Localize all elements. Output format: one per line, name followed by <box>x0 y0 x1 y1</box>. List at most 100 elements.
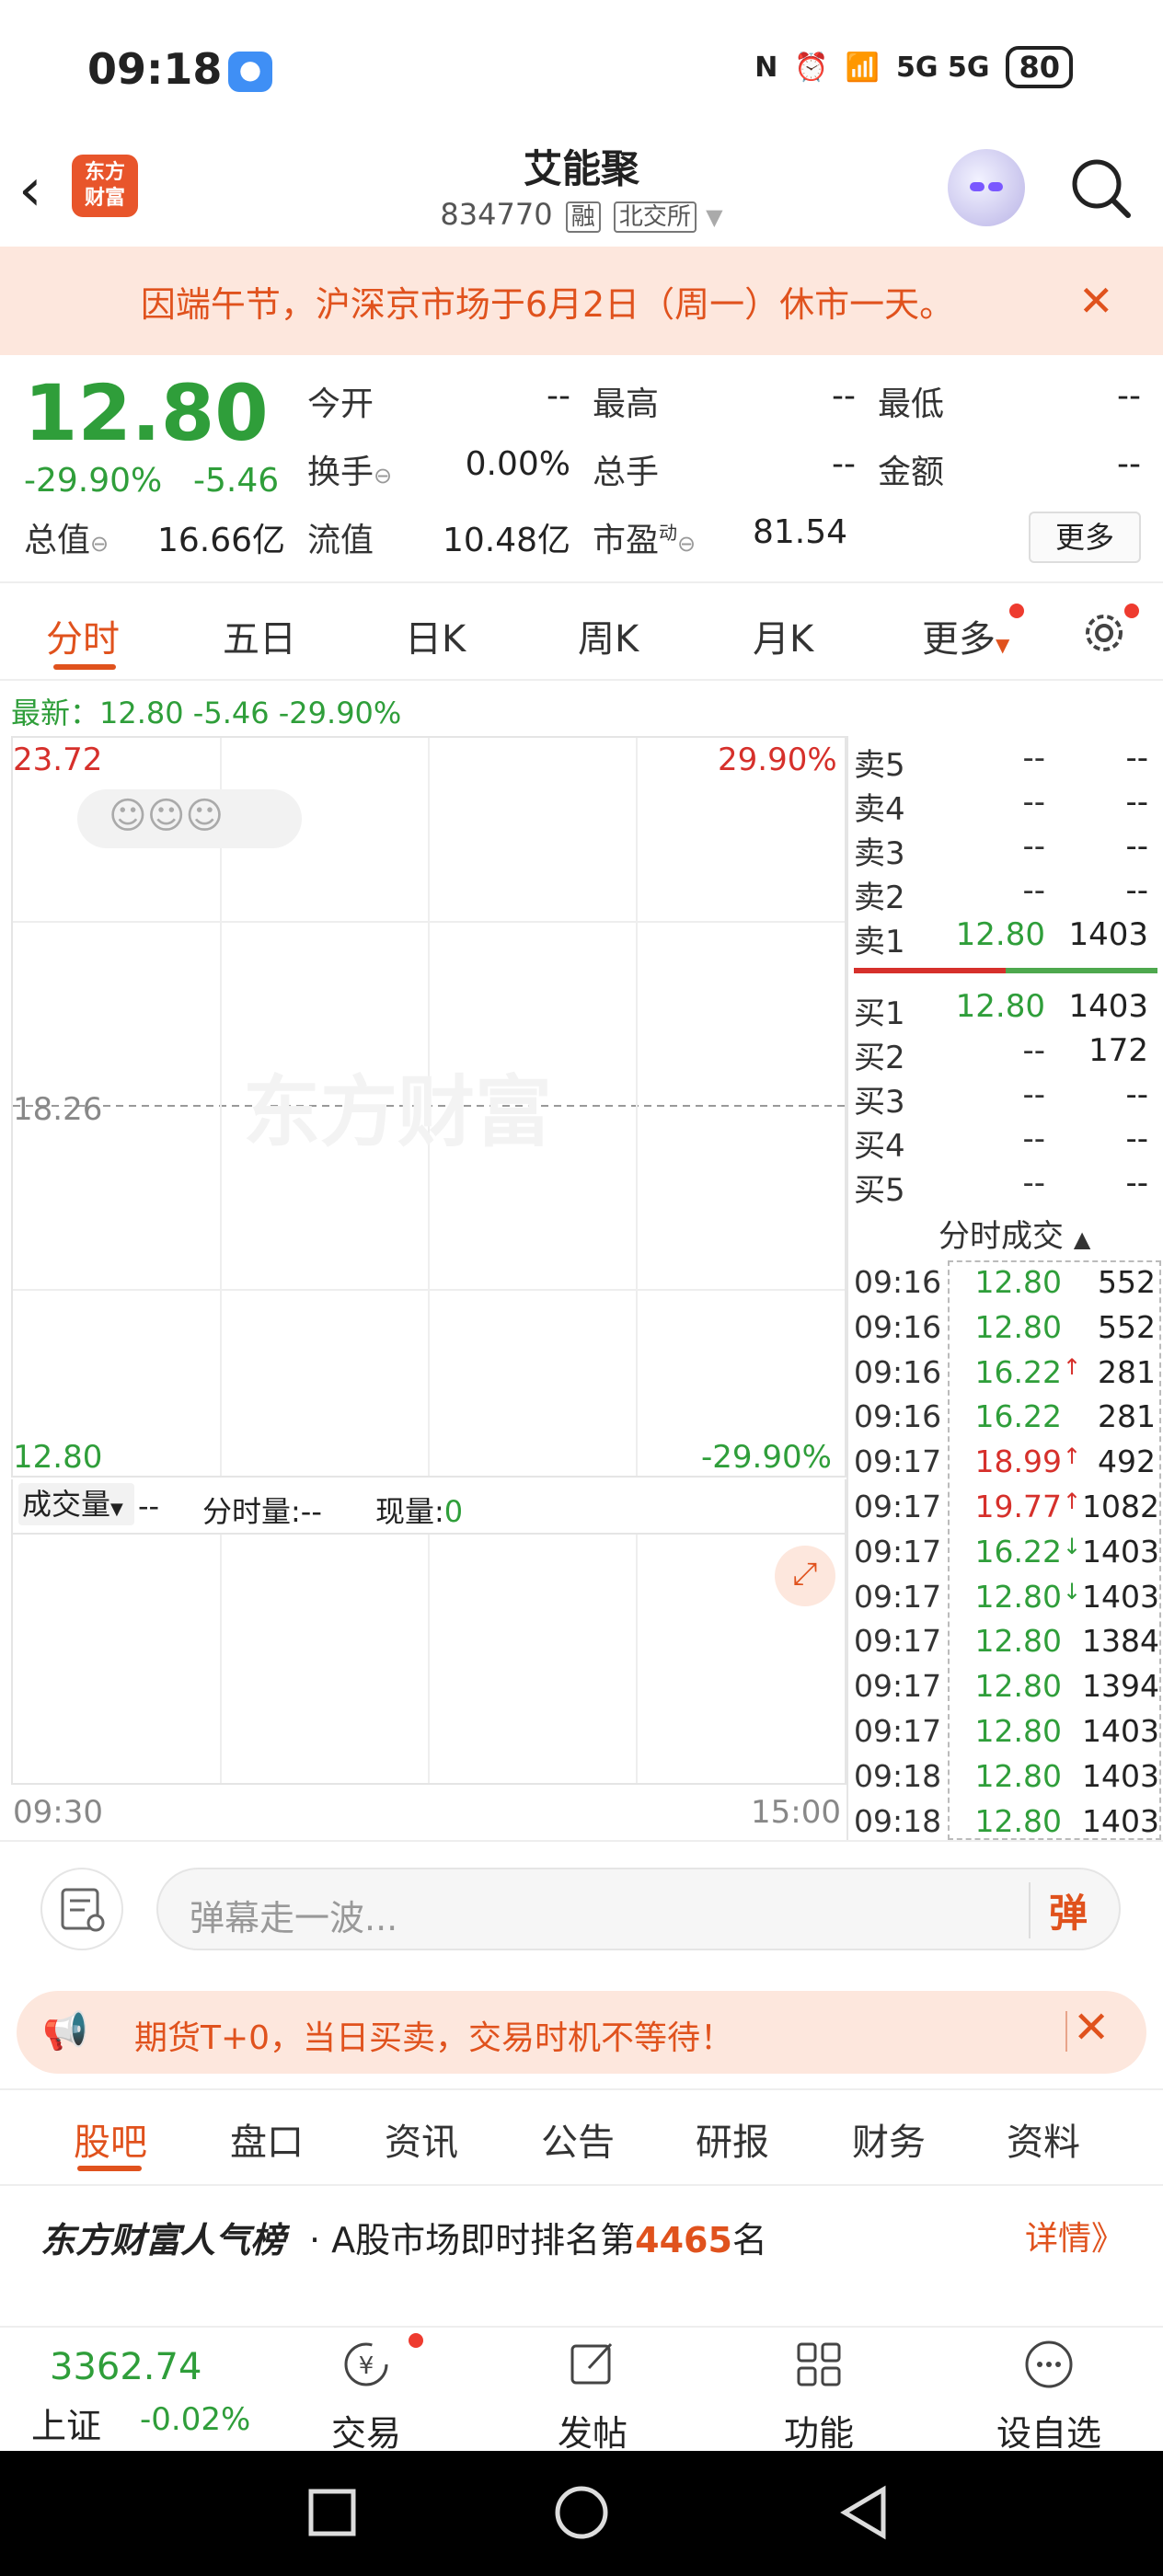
minute-volume: 分时量:-- <box>202 1494 322 1529</box>
trade-volume: 492 <box>1098 1443 1156 1480</box>
high-label: 最高 <box>593 385 660 423</box>
bid-row[interactable]: 买4 -- -- <box>854 1121 1157 1165</box>
nav-functions[interactable]: 功能 <box>754 2337 883 2455</box>
search-icon[interactable] <box>1067 155 1134 221</box>
trade-price: 16.22 <box>974 1353 1062 1390</box>
tab-financials[interactable]: 财务 <box>852 2112 926 2166</box>
trade-row: 09:17 18.99 ↑ 492 <box>854 1443 1157 1489</box>
trades-header[interactable]: 分时成交 ▲ <box>938 1211 1090 1256</box>
wifi-icon: 📶 <box>845 51 881 84</box>
trade-volume: 281 <box>1098 1353 1156 1390</box>
index-value[interactable]: 3362.74 <box>50 2346 202 2388</box>
edit-icon <box>570 2342 613 2385</box>
trade-volume: 1403 <box>1082 1578 1159 1615</box>
order-volume: 1403 <box>1068 916 1148 953</box>
stock-code: 834770 <box>440 197 553 232</box>
tab-profile[interactable]: 资料 <box>1007 2112 1080 2166</box>
divider <box>0 2184 1163 2186</box>
comment-list-icon[interactable] <box>40 1868 123 1950</box>
bid-row[interactable]: 买5 -- -- <box>854 1165 1157 1209</box>
latest-quote-line: 最新：12.80 -5.46 -29.90% <box>11 696 402 730</box>
bid-row[interactable]: 买2 -- 172 <box>854 1032 1157 1076</box>
trade-price: 16.22 <box>974 1533 1062 1570</box>
float-cap-value: 10.48亿 <box>442 522 570 559</box>
market-cap-label[interactable]: 总值⊖ <box>24 513 109 561</box>
trade-price: 12.80 <box>974 1802 1062 1839</box>
nav-add-watchlist[interactable]: 设自选 <box>985 2337 1113 2455</box>
volume-chart[interactable]: ⤢ <box>11 1533 846 1785</box>
tab-active-indicator <box>53 664 116 670</box>
order-volume: -- <box>1125 872 1148 909</box>
chart-high-price: 23.72 <box>13 742 103 778</box>
ask-row[interactable]: 卖3 -- -- <box>854 828 1157 872</box>
rank-detail-link[interactable]: 详情》 <box>1025 2212 1124 2260</box>
order-level-label: 买1 <box>854 995 905 1032</box>
assistant-robot-icon[interactable] <box>948 149 1025 226</box>
ask-row[interactable]: 卖4 -- -- <box>854 784 1157 828</box>
turnover-label[interactable]: 换手⊖ <box>307 445 392 493</box>
ask-row[interactable]: 卖2 -- -- <box>854 872 1157 916</box>
trade-price: 12.80 <box>974 1757 1062 1794</box>
ask-row[interactable]: 卖5 -- -- <box>854 740 1157 784</box>
trade-time: 09:18 <box>854 1757 942 1794</box>
trade-direction-icon <box>1062 1758 1082 1803</box>
trade-price: 12.80 <box>974 1578 1062 1615</box>
tab-announcements[interactable]: 公告 <box>541 2112 615 2166</box>
bid-row[interactable]: 买1 12.80 1403 <box>854 988 1157 1032</box>
ad-text[interactable]: 期货T+0，当日买卖，交易时机不等待！ <box>134 2011 733 2059</box>
order-price: -- <box>1022 1032 1045 1069</box>
tab-five-day[interactable]: 五日 <box>223 609 296 662</box>
tab-order-book[interactable]: 盘口 <box>230 2112 304 2166</box>
alarm-icon: ⏰ <box>794 51 829 84</box>
pe-value: 81.54 <box>753 513 848 551</box>
order-volume: 172 <box>1088 1032 1148 1069</box>
chart-low-price: 12.80 <box>13 1439 103 1476</box>
tab-daily-k[interactable]: 日K <box>405 609 466 662</box>
margin-tag: 融 <box>565 201 601 233</box>
trade-time: 09:16 <box>854 1398 942 1435</box>
nfc-icon: N <box>754 51 778 84</box>
bid-row[interactable]: 买3 -- -- <box>854 1076 1157 1121</box>
order-volume: -- <box>1125 1076 1148 1113</box>
open-value: -- <box>547 377 570 415</box>
trade-volume: 1403 <box>1082 1757 1159 1794</box>
order-volume: -- <box>1125 1165 1148 1202</box>
tab-intraday[interactable]: 分时 <box>46 609 120 662</box>
intraday-chart[interactable]: ☺☺☺ 东方财富 <box>11 736 846 1478</box>
trade-time: 09:16 <box>854 1353 942 1390</box>
tab-weekly-k[interactable]: 周K <box>578 609 639 662</box>
change-amount: -5.46 <box>193 462 280 500</box>
pe-label[interactable]: 市盈动⊖ <box>593 513 696 561</box>
trade-time: 09:17 <box>854 1443 942 1480</box>
trade-direction-icon: ↑ <box>1062 1489 1082 1514</box>
tab-research[interactable]: 研报 <box>696 2112 769 2166</box>
tab-more[interactable]: 更多▼ <box>922 609 1009 662</box>
trade-row: 09:17 12.80 ↓ 1403 <box>854 1578 1159 1624</box>
float-cap-label: 流值 <box>307 522 374 559</box>
trade-row: 09:17 12.80 1403 <box>854 1713 1159 1758</box>
time-start: 09:30 <box>13 1794 103 1831</box>
volume-selector[interactable]: 成交量▼ <box>18 1483 134 1525</box>
market-cap-value: 16.66亿 <box>156 522 285 559</box>
tab-forum[interactable]: 股吧 <box>74 2112 147 2166</box>
chart-low-percent: -29.90% <box>701 1439 832 1476</box>
more-button[interactable]: 更多 <box>1029 512 1141 563</box>
gear-icon[interactable] <box>1078 607 1130 659</box>
low-value: -- <box>1117 377 1141 415</box>
open-label: 今开 <box>307 385 374 423</box>
danmu-button[interactable]: 弹 <box>1029 1882 1088 1938</box>
nav-trade[interactable]: ¥ 交易 <box>302 2337 431 2455</box>
index-name[interactable]: 上证 <box>31 2398 101 2448</box>
close-icon[interactable]: ✕ <box>1078 276 1114 326</box>
nav-post[interactable]: 发帖 <box>528 2337 657 2455</box>
ask-row[interactable]: 卖1 12.80 1403 <box>854 916 1157 960</box>
home-icon <box>555 2486 608 2539</box>
system-nav-bar <box>0 2451 1163 2576</box>
emoji-badges[interactable]: ☺☺☺ <box>77 789 302 848</box>
tab-monthly-k[interactable]: 月K <box>753 609 813 662</box>
close-icon[interactable]: ✕ <box>1073 2002 1110 2053</box>
expand-icon[interactable]: ⤢ <box>775 1546 835 1606</box>
trade-row: 09:17 16.22 ↓ 1403 <box>854 1533 1159 1579</box>
tab-news[interactable]: 资讯 <box>385 2112 458 2166</box>
index-percent[interactable]: -0.02% <box>140 2401 250 2438</box>
